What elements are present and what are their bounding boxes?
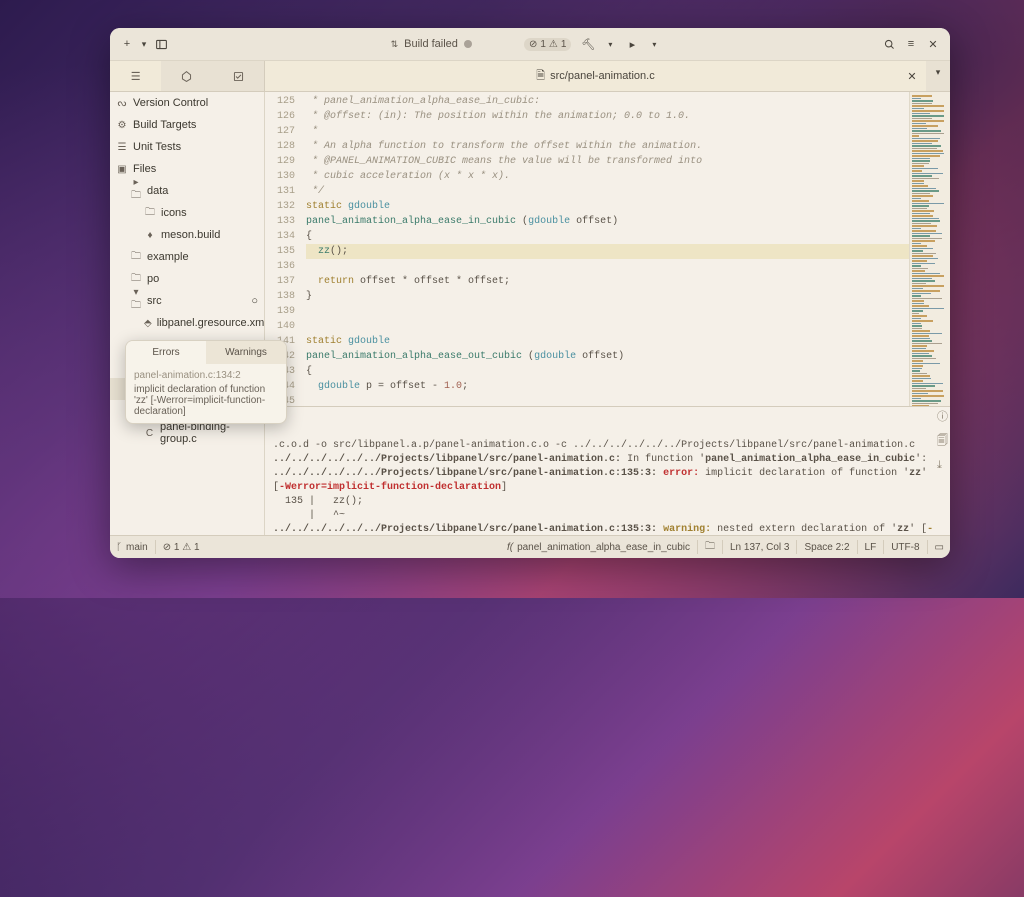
ide-window: + ▾ ⇅ Build failed ⊘1 ⚠1 🔨︎ ▾ ▸ ▾ ≡ ✕ ☰ …: [110, 28, 950, 558]
status-eol[interactable]: LF: [865, 542, 877, 553]
new-dropdown[interactable]: ▾: [138, 33, 150, 55]
folder-example[interactable]: 🗀example: [110, 246, 264, 268]
search-button[interactable]: [878, 33, 900, 55]
sidebar-tab-list[interactable]: ☰: [110, 61, 161, 91]
run-dropdown[interactable]: ▾: [649, 33, 659, 55]
popup-body[interactable]: panel-animation.c:134:2 implicit declara…: [126, 364, 286, 423]
close-button[interactable]: ✕: [922, 33, 944, 55]
file-gresource[interactable]: ⬘libpanel.gresource.xml: [110, 312, 264, 334]
panels-button[interactable]: [150, 33, 172, 55]
popup-tab-errors[interactable]: Errors: [126, 341, 206, 364]
run-button[interactable]: ▸: [621, 33, 643, 55]
code-text[interactable]: * panel_animation_alpha_ease_in_cubic: *…: [300, 92, 909, 406]
status-function[interactable]: panel_animation_alpha_ease_in_cubic: [517, 542, 690, 553]
menu-button[interactable]: ≡: [900, 33, 922, 55]
status-indent[interactable]: Space 2:2: [804, 542, 849, 553]
popup-tab-warnings[interactable]: Warnings: [206, 341, 286, 364]
terminal-panel[interactable]: ⓘ 🗐 ⤓ .c.o.d -o src/libpanel.a.p/panel-a…: [265, 406, 950, 535]
folder-icons[interactable]: 🗀icons: [110, 202, 264, 224]
dropdown-icon[interactable]: ▾: [605, 33, 615, 55]
minimap[interactable]: [909, 92, 950, 406]
popup-location: panel-animation.c:134:2: [134, 370, 278, 381]
goto-icon[interactable]: 🗀: [705, 539, 715, 556]
folder-data[interactable]: ▸🗀data: [110, 180, 264, 202]
file-tab-label: src/panel-animation.c: [550, 70, 655, 82]
file-icon: 🗎: [536, 67, 545, 86]
statusbar: ᚴmain ⊘ 1 ⚠ 1 f(panel_animation_alpha_ea…: [110, 535, 950, 558]
tab-dropdown[interactable]: ▾: [926, 61, 950, 83]
file-tab[interactable]: 🗎 src/panel-animation.c ✕: [265, 61, 926, 91]
terminal-save-icon[interactable]: ⤓: [937, 459, 948, 473]
diagnostics-popup: Errors Warnings panel-animation.c:134:2 …: [125, 340, 287, 424]
build-status: Build failed: [404, 38, 458, 50]
titlebar: + ▾ ⇅ Build failed ⊘1 ⚠1 🔨︎ ▾ ▸ ▾ ≡ ✕: [110, 28, 950, 61]
sidebar-version-control[interactable]: ᔓVersion Control: [110, 92, 264, 114]
sidebar: ᔓVersion Control ⚙Build Targets ☰Unit Te…: [110, 92, 265, 535]
terminal-info-icon[interactable]: ⓘ: [937, 411, 948, 425]
code-editor[interactable]: 125 126 127 128 129 130 131 132 133 134 …: [265, 92, 950, 406]
tabbar: ☰ 🗎 src/panel-animation.c ✕ ▾: [110, 61, 950, 92]
error-badge[interactable]: ⊘1 ⚠1: [524, 38, 571, 51]
sidebar-tab-todo[interactable]: [213, 61, 264, 91]
build-button[interactable]: 🔨︎: [577, 33, 599, 55]
popup-message: implicit declaration of function 'zz' [-…: [134, 384, 278, 417]
status-encoding[interactable]: UTF-8: [891, 542, 919, 553]
status-errors[interactable]: ⊘ 1 ⚠ 1: [163, 542, 200, 553]
branch-name[interactable]: main: [126, 542, 148, 553]
status-line-col[interactable]: Ln 137, Col 3: [730, 542, 790, 553]
folder-sync-icon[interactable]: ○: [251, 295, 258, 307]
new-button[interactable]: +: [116, 33, 138, 55]
file-meson1[interactable]: ♦meson.build: [110, 224, 264, 246]
sidebar-build-targets[interactable]: ⚙Build Targets: [110, 114, 264, 136]
folder-src[interactable]: ▾🗀src○: [110, 290, 264, 312]
chevron-icon: ⇅: [391, 39, 399, 50]
sidebar-tab-debug[interactable]: [161, 61, 212, 91]
tab-close-icon[interactable]: ✕: [904, 68, 920, 84]
terminal-copy-icon[interactable]: 🗐: [937, 435, 948, 449]
build-failed-icon: [464, 40, 472, 48]
status-panel-icon[interactable]: ▭: [935, 542, 944, 553]
sidebar-unit-tests[interactable]: ☰Unit Tests: [110, 136, 264, 158]
branch-icon: ᚴ: [116, 542, 122, 553]
file-panel-binding[interactable]: Cpanel-binding-group.c: [110, 422, 264, 444]
editor-pane: 125 126 127 128 129 130 131 132 133 134 …: [265, 92, 950, 535]
